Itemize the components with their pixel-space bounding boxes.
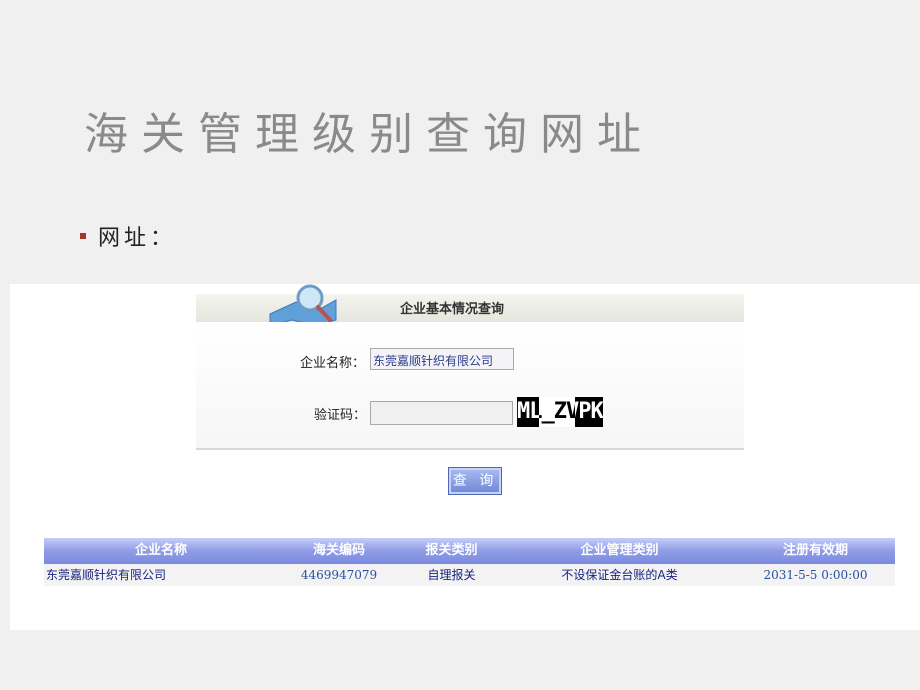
cell-valid-until: 2031-5-5 0:00:00 <box>763 568 868 582</box>
captcha-label: 验证码： <box>314 408 367 423</box>
query-screenshot-panel: 企业基本情况查询 企业名称： 东莞嘉顺针织有限公司 验证码： ML_ZVPK 查… <box>10 284 920 630</box>
captcha-image[interactable]: ML_ZVPK <box>517 397 603 427</box>
results-table: 企业名称 海关编码 报关类别 企业管理类别 注册有效期 东莞嘉顺针织有限公司 4… <box>44 538 895 586</box>
search-button[interactable]: 查 询 <box>448 467 502 495</box>
slide-title: 海关管理级别查询网址 <box>84 109 654 160</box>
table-row: 东莞嘉顺针织有限公司 4469947079 自理报关 不设保证金台账的A类 20… <box>44 564 895 586</box>
cell-customs-code: 4469947079 <box>300 568 378 582</box>
col-customs-code: 海关编码 <box>312 543 365 558</box>
col-company-name: 企业名称 <box>134 543 187 558</box>
company-name-input[interactable]: 东莞嘉顺针织有限公司 <box>370 348 514 370</box>
col-management-category: 企业管理类别 <box>580 543 659 558</box>
col-valid-until: 注册有效期 <box>782 543 848 558</box>
query-title: 企业基本情况查询 <box>400 302 505 317</box>
results-header-row: 企业名称 海关编码 报关类别 企业管理类别 注册有效期 <box>44 538 895 564</box>
captcha-image-text: ML_ZVPK <box>517 399 603 424</box>
bullet-marker <box>80 233 86 239</box>
cell-company[interactable]: 东莞嘉顺针织有限公司 <box>44 564 278 586</box>
bullet-item: 网址： <box>80 220 176 252</box>
company-name-label: 企业名称： <box>300 356 366 371</box>
captcha-input[interactable] <box>370 401 513 425</box>
cell-declaration-type: 自理报关 <box>427 568 476 582</box>
col-declaration-type: 报关类别 <box>425 543 478 558</box>
query-form-area <box>196 322 744 450</box>
bullet-text: 网址： <box>98 226 177 251</box>
cell-management-category: 不设保证金台账的A类 <box>561 568 678 582</box>
